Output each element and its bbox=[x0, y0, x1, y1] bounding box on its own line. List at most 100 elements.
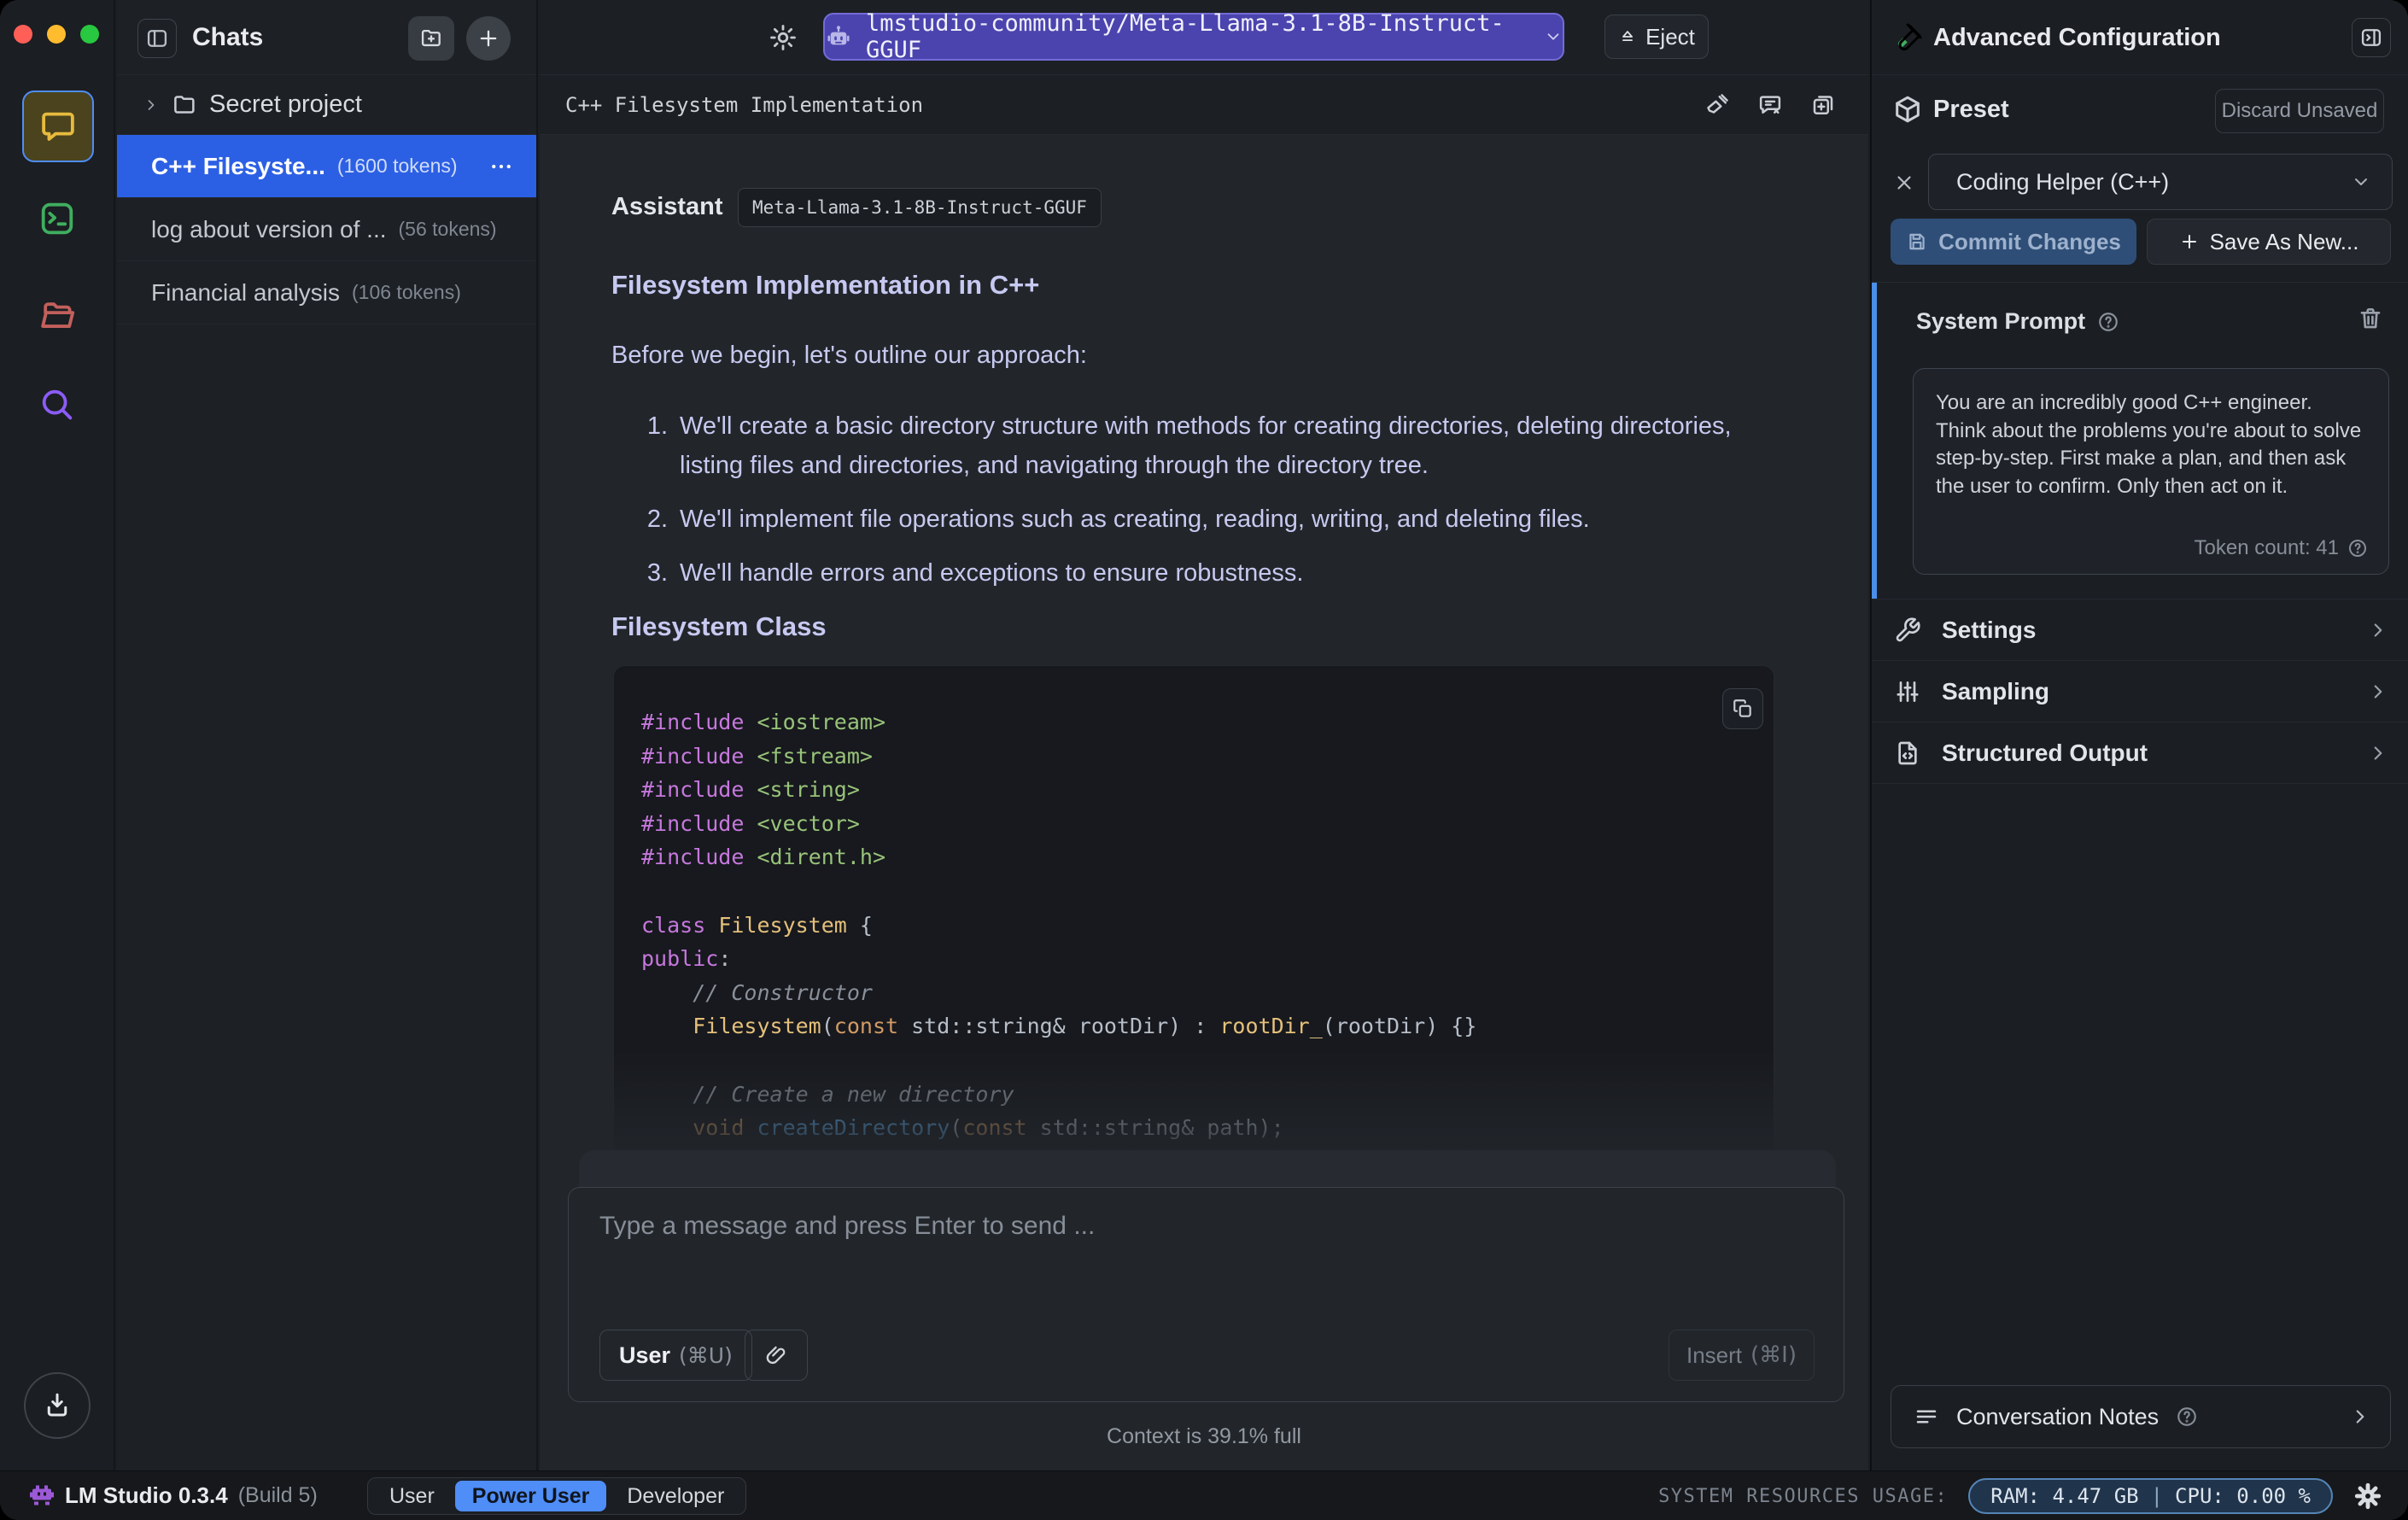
eject-icon bbox=[1618, 27, 1637, 46]
downloads-button[interactable] bbox=[24, 1372, 91, 1439]
clear-conversation-button[interactable] bbox=[1750, 85, 1790, 125]
lm-studio-window: Chats Secret project C++ Filesyste... (1… bbox=[0, 0, 2408, 1520]
status-bar: LM Studio 0.3.4 (Build 5) User Power Use… bbox=[0, 1470, 2408, 1520]
message-heading-2: Filesystem Class bbox=[611, 611, 827, 641]
help-icon[interactable] bbox=[2097, 311, 2119, 333]
code-line: #include <string> bbox=[641, 777, 860, 803]
chevron-right-icon bbox=[2349, 1406, 2371, 1428]
chat-list-item[interactable]: log about version of ... (56 tokens) bbox=[117, 198, 536, 261]
app-version: LM Studio 0.3.4 bbox=[65, 1482, 228, 1508]
mode-power-user[interactable]: Power User bbox=[454, 1481, 607, 1511]
window-zoom-button[interactable] bbox=[80, 25, 99, 44]
pill-divider: | bbox=[2150, 1484, 2164, 1508]
eject-model-button[interactable]: Eject bbox=[1604, 15, 1709, 59]
nav-discover[interactable] bbox=[38, 385, 77, 424]
model-settings-button[interactable] bbox=[763, 18, 803, 57]
chat-options-button[interactable] bbox=[488, 154, 514, 179]
message-heading-1: Filesystem Implementation in C++ bbox=[611, 270, 1040, 300]
code-line: // Create a new directory bbox=[693, 1081, 1014, 1107]
conversation-notes-button[interactable]: Conversation Notes bbox=[1891, 1385, 2391, 1448]
discard-unsaved-button[interactable]: Discard Unsaved bbox=[2215, 89, 2384, 133]
nav-developer[interactable] bbox=[38, 199, 77, 238]
section-settings[interactable]: Settings bbox=[1872, 599, 2408, 661]
list-number: 1. bbox=[646, 412, 668, 440]
panel-collapse-button[interactable] bbox=[2352, 18, 2391, 57]
notes-icon bbox=[1914, 1404, 1939, 1429]
code-line: void createDirectory(const std::string& … bbox=[693, 1115, 1284, 1141]
advanced-configuration-panel: Advanced Configuration Preset Discard Un… bbox=[1870, 0, 2408, 1470]
package-icon bbox=[1892, 94, 1923, 125]
cpu-usage: CPU: 0.00 % bbox=[2175, 1484, 2311, 1508]
sidebar-collapse-button[interactable] bbox=[137, 19, 177, 58]
code-line: class Filesystem { bbox=[641, 912, 873, 938]
save-as-new-button[interactable]: Save As New... bbox=[2147, 219, 2391, 265]
settings-gear-button[interactable] bbox=[2353, 1482, 2382, 1511]
list-text: We'll create a basic directory structure… bbox=[680, 412, 1732, 479]
list-item: 1. We'll create a basic directory struct… bbox=[639, 406, 1757, 485]
chevron-right-icon bbox=[2367, 619, 2389, 641]
assistant-model-badge: Meta-Llama-3.1-8B-Instruct-GGUF bbox=[738, 188, 1102, 227]
copy-code-button[interactable] bbox=[1722, 688, 1763, 729]
model-name: lmstudio-community/Meta-Llama-3.1-8B-Ins… bbox=[866, 10, 1505, 63]
system-prompt-label: System Prompt bbox=[1916, 308, 2086, 334]
cleanup-chat-button[interactable] bbox=[1698, 85, 1737, 125]
duplicate-chat-button[interactable] bbox=[1803, 85, 1843, 125]
commit-changes-button[interactable]: Commit Changes bbox=[1891, 219, 2136, 265]
mode-developer[interactable]: Developer bbox=[610, 1481, 741, 1511]
chat-token-count: (1600 tokens) bbox=[336, 155, 458, 177]
message-input[interactable] bbox=[599, 1212, 1812, 1314]
section-label: Sampling bbox=[1942, 677, 2050, 704]
help-icon bbox=[2176, 1406, 2198, 1428]
folder-open-icon bbox=[38, 295, 77, 335]
sliders-icon bbox=[1894, 678, 1921, 705]
chevron-down-icon bbox=[1544, 27, 1563, 46]
window-close-button[interactable] bbox=[14, 25, 32, 44]
nav-my-models[interactable] bbox=[38, 295, 77, 335]
delete-system-prompt-button[interactable] bbox=[2357, 305, 2386, 334]
code-line: #include <iostream> bbox=[641, 710, 885, 734]
insert-shortcut: (⌘I) bbox=[1750, 1342, 1797, 1368]
system-prompt-textarea[interactable]: You are an incredibly good C++ engineer.… bbox=[1913, 368, 2389, 575]
help-icon[interactable] bbox=[2347, 538, 2368, 558]
paperclip-icon bbox=[764, 1343, 788, 1367]
notes-label: Conversation Notes bbox=[1956, 1403, 2160, 1429]
code-line: #include <fstream> bbox=[641, 743, 873, 769]
chat-title: C++ Filesyste... bbox=[151, 152, 325, 179]
duplicate-plus-icon bbox=[1810, 92, 1836, 118]
chevron-right-icon bbox=[143, 96, 160, 114]
chat-titlebar: C++ Filesystem Implementation bbox=[540, 75, 1868, 135]
insert-button[interactable]: Insert (⌘I) bbox=[1669, 1330, 1815, 1381]
role-selector-button[interactable]: User (⌘U) bbox=[599, 1330, 752, 1381]
trash-icon bbox=[2357, 305, 2386, 332]
chat-list-item-selected[interactable]: C++ Filesyste... (1600 tokens) bbox=[117, 135, 536, 198]
resources-usage-pill: RAM: 4.47 GB | CPU: 0.00 % bbox=[1968, 1478, 2333, 1514]
mode-user[interactable]: User bbox=[372, 1481, 452, 1511]
section-sampling[interactable]: Sampling bbox=[1872, 661, 2408, 722]
attach-file-button[interactable] bbox=[745, 1330, 808, 1381]
chat-list-item[interactable]: Financial analysis (106 tokens) bbox=[117, 261, 536, 324]
panel-right-icon bbox=[2359, 26, 2383, 50]
resources-usage-label: SYSTEM RESOURCES USAGE: bbox=[1658, 1485, 1949, 1507]
preset-select[interactable]: Coding Helper (C++) bbox=[1928, 154, 2393, 210]
folder-name: Secret project bbox=[209, 91, 362, 118]
folder-plus-icon bbox=[419, 26, 443, 50]
chats-sidebar: Chats Secret project C++ Filesyste... (1… bbox=[117, 0, 538, 1470]
window-minimize-button[interactable] bbox=[47, 25, 66, 44]
new-folder-button[interactable] bbox=[408, 16, 454, 61]
new-chat-button[interactable] bbox=[466, 16, 511, 61]
left-rail bbox=[0, 0, 115, 1470]
preset-label: Preset bbox=[1933, 96, 2009, 123]
clear-preset-button[interactable] bbox=[1889, 167, 1920, 198]
loaded-model-selector[interactable]: lmstudio-community/Meta-Llama-3.1-8B-Ins… bbox=[823, 10, 1564, 63]
section-structured-output[interactable]: Structured Output bbox=[1872, 722, 2408, 784]
save-icon bbox=[1906, 231, 1928, 253]
app-build: (Build 5) bbox=[237, 1483, 318, 1507]
chat-title-text: C++ Filesystem Implementation bbox=[565, 93, 924, 117]
wrench-icon bbox=[1894, 617, 1921, 644]
sidebar-folder-secret-project[interactable]: Secret project bbox=[117, 75, 536, 135]
code-line: #include <dirent.h> bbox=[641, 845, 885, 870]
commit-label: Commit Changes bbox=[1938, 228, 2121, 254]
panel-title: Advanced Configuration bbox=[1933, 23, 2221, 51]
nav-chat-active[interactable] bbox=[22, 91, 94, 162]
